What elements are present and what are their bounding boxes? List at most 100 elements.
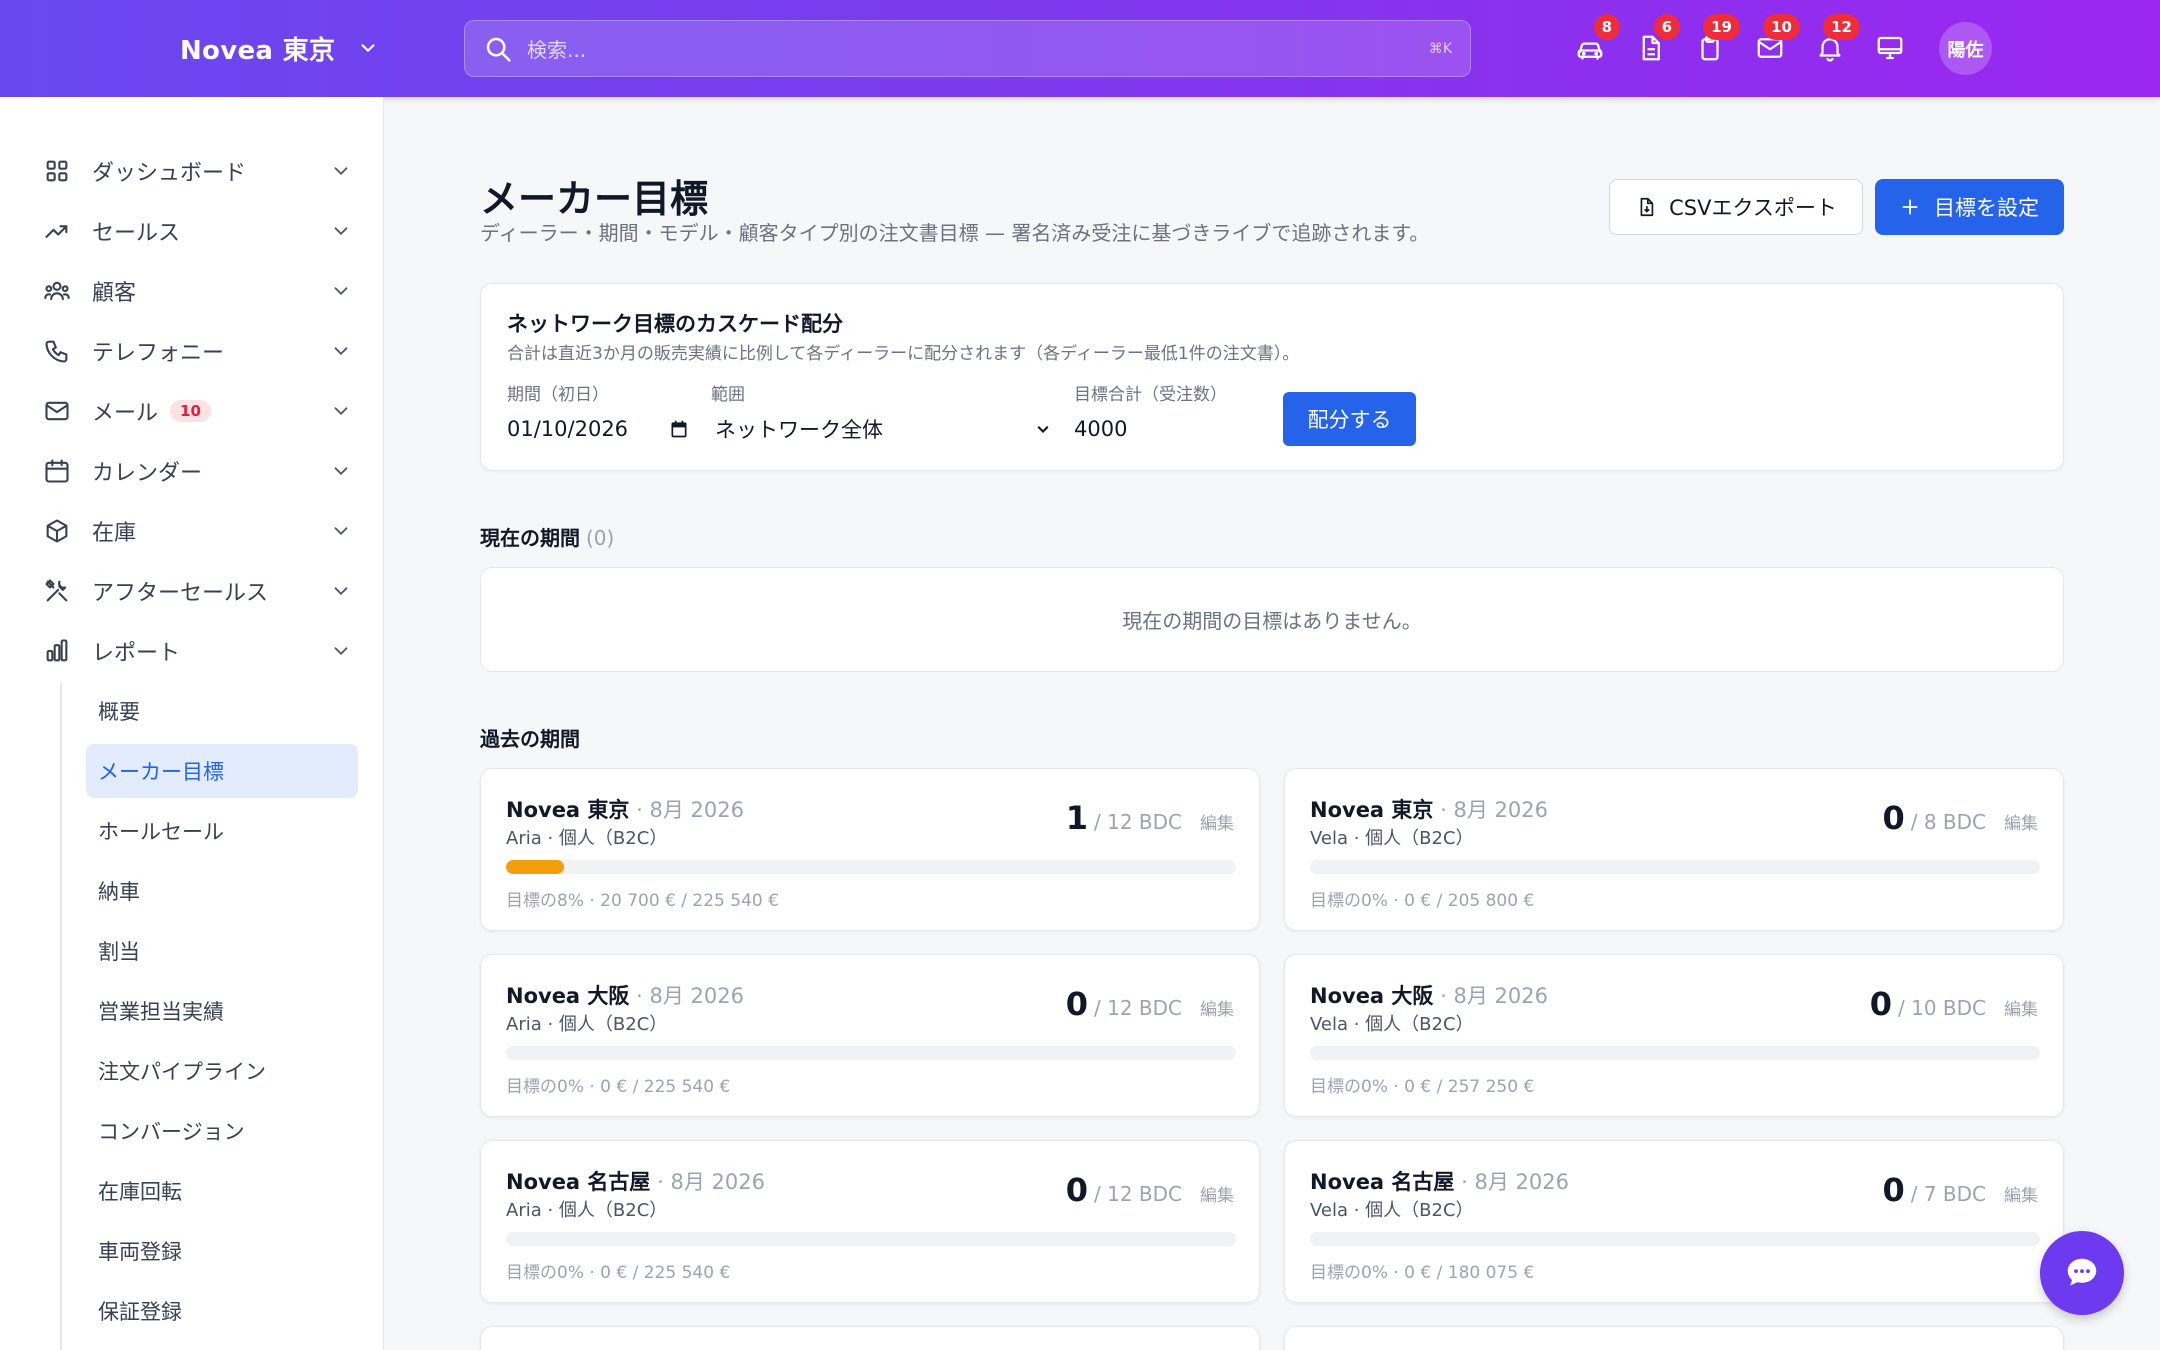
total-label: 目標合計（受注数） (1074, 385, 1227, 405)
tools-icon (45, 579, 68, 602)
card-dealer: Novea 大阪 (506, 984, 630, 1008)
calendar-icon[interactable] (669, 419, 689, 439)
card-progress-bar (506, 1046, 1236, 1060)
chat-button[interactable] (2040, 1231, 2124, 1315)
card-period: · 8月 2026 (1440, 798, 1548, 822)
sidebar-item-inventory[interactable]: 在庫 (42, 509, 352, 553)
sidebar-item-calendar[interactable]: カレンダー (42, 449, 352, 493)
cascade-allocation-panel: ネットワーク目標のカスケード配分 合計は直近3か月の販売実績に比例して各ディーラ… (480, 283, 2064, 471)
target-card: Novea 東京 · 8月 2026 Vela · 個人（B2C） 0 / 8 … (1284, 768, 2064, 931)
card-dealer: Novea 東京 (1310, 798, 1434, 822)
submenu-divider (60, 683, 62, 1350)
sidebar-item-label: レポート (92, 641, 181, 666)
clipboard-notification-button[interactable]: 19 (1690, 14, 1740, 68)
sidebar-item-sales[interactable]: セールス (42, 209, 352, 253)
card-progress-bar (1310, 1046, 2040, 1060)
sidebar-subitem-manufacturer-targets[interactable]: メーカー目標 (86, 744, 358, 798)
card-target: / 12 BDC (1094, 810, 1182, 834)
card-progress-bar (1310, 1232, 2040, 1246)
card-edit-link[interactable]: 編集 (2004, 809, 2038, 834)
card-count: 1 (1065, 799, 1088, 837)
card-edit-link[interactable]: 編集 (1200, 995, 1234, 1020)
sidebar-subitem-conversion[interactable]: コンバージョン (86, 1104, 358, 1158)
card-count: 0 (1882, 1171, 1905, 1209)
sidebar-item-mail[interactable]: メール 10 (42, 389, 352, 433)
sidebar-subitem-overview[interactable]: 概要 (86, 684, 358, 738)
target-card: Novea 大阪 · 8月 2026 Vela · 個人（B2C） 0 / 10… (1284, 954, 2064, 1117)
chevron-down-icon (1037, 426, 1049, 434)
card-period: · 8月 2026 (636, 984, 744, 1008)
document-notification-button[interactable]: 6 (1630, 14, 1680, 68)
chevron-down-icon (334, 587, 348, 596)
sidebar-subitem-deliveries[interactable]: 納車 (86, 864, 358, 918)
csv-export-button[interactable]: CSVエクスポート (1609, 179, 1863, 235)
card-model: Vela · 個人（B2C） (1310, 1014, 1474, 1035)
target-card (480, 1326, 1260, 1350)
set-target-label: 目標を設定 (1934, 196, 2039, 220)
notification-badge: 10 (1763, 14, 1800, 40)
period-date-input[interactable]: 01/10/2026 (507, 408, 689, 450)
card-edit-link[interactable]: 編集 (1200, 809, 1234, 834)
allocate-button[interactable]: 配分する (1283, 392, 1416, 446)
card-dealer: Novea 東京 (506, 798, 630, 822)
sidebar-item-label: テレフォニー (92, 341, 225, 366)
sidebar-subitem-order-pipeline[interactable]: 注文パイプライン (86, 1044, 358, 1098)
current-period-heading: 現在の期間 (0) (480, 522, 614, 551)
sidebar-item-telephony[interactable]: テレフォニー (42, 329, 352, 373)
notification-badge: 8 (1593, 14, 1620, 40)
card-count: 0 (1065, 985, 1088, 1023)
notification-badge: 12 (1823, 14, 1860, 40)
current-period-count: (0) (586, 526, 615, 550)
card-edit-link[interactable]: 編集 (2004, 995, 2038, 1020)
notification-badge: 6 (1653, 14, 1680, 40)
card-dealer: Novea 名古屋 (1310, 1170, 1455, 1194)
current-period-empty-state: 現在の期間の目標はありません。 (480, 567, 2064, 672)
target-card: Novea 名古屋 · 8月 2026 Vela · 個人（B2C） 0 / 7… (1284, 1140, 2064, 1303)
card-period: · 8月 2026 (1461, 1170, 1569, 1194)
sidebar-item-label: アフターセールス (92, 581, 269, 606)
sidebar-item-dashboard[interactable]: ダッシュボード (42, 149, 352, 193)
sidebar-subitem-wholesale[interactable]: ホールセール (86, 804, 358, 858)
sidebar-subitem-vehicle-registration[interactable]: 車両登録 (86, 1224, 358, 1278)
card-edit-link[interactable]: 編集 (2004, 1181, 2038, 1206)
card-model: Vela · 個人（B2C） (1310, 828, 1474, 849)
csv-export-label: CSVエクスポート (1669, 196, 1837, 220)
sidebar-item-aftersales[interactable]: アフターセールス (42, 569, 352, 613)
chevron-down-icon (334, 527, 348, 536)
card-target: / 12 BDC (1094, 996, 1182, 1020)
chevron-down-icon (334, 467, 348, 476)
card-footer: 目標の0% · 0 € / 225 540 € (506, 1263, 731, 1283)
box-icon (46, 519, 68, 543)
sidebar-item-reports[interactable]: レポート (42, 629, 352, 673)
scope-select[interactable]: ネットワーク全体 (715, 408, 1053, 450)
card-period: · 8月 2026 (657, 1170, 765, 1194)
dealer-switcher[interactable]: Novea 東京 (180, 28, 379, 68)
car-notification-button[interactable]: 8 (1570, 14, 1620, 68)
sidebar-subitem-warranty-registration[interactable]: 保証登録 (86, 1284, 358, 1338)
bell-notification-button[interactable]: 12 (1810, 14, 1860, 68)
sidebar-item-customers[interactable]: 顧客 (42, 269, 352, 313)
set-target-button[interactable]: 目標を設定 (1875, 179, 2064, 235)
sidebar-subitem-sales-rep-performance[interactable]: 営業担当実績 (86, 984, 358, 1038)
target-card (1284, 1326, 2064, 1350)
mail-notification-button[interactable]: 10 (1750, 14, 1800, 68)
search-icon (486, 37, 511, 61)
total-input[interactable]: 4000 (1074, 408, 1254, 450)
card-model: Aria · 個人（B2C） (506, 828, 668, 849)
brand-name: Novea 東京 (180, 35, 336, 66)
sidebar-subitem-allocation[interactable]: 割当 (86, 924, 358, 978)
search-input[interactable]: 検索... ⌘K (464, 20, 1471, 77)
mail-count-badge: 10 (170, 400, 211, 422)
notification-badge: 19 (1703, 14, 1740, 40)
sidebar-subitem-inventory-turnover[interactable]: 在庫回転 (86, 1164, 358, 1218)
display-button[interactable] (1870, 28, 1910, 68)
chevron-down-icon (361, 44, 375, 53)
chevron-down-icon (334, 227, 348, 236)
sidebar: ダッシュボード セールス 顧客 テレフォニー メール 10 カレンダー 在庫 ア… (0, 97, 384, 1350)
card-progress-bar (506, 860, 1236, 874)
chart-icon (46, 639, 68, 662)
total-value: 4000 (1074, 417, 1128, 441)
card-edit-link[interactable]: 編集 (1200, 1181, 1234, 1206)
avatar[interactable]: 陽佐 (1939, 22, 1992, 75)
chevron-down-icon (334, 647, 348, 656)
